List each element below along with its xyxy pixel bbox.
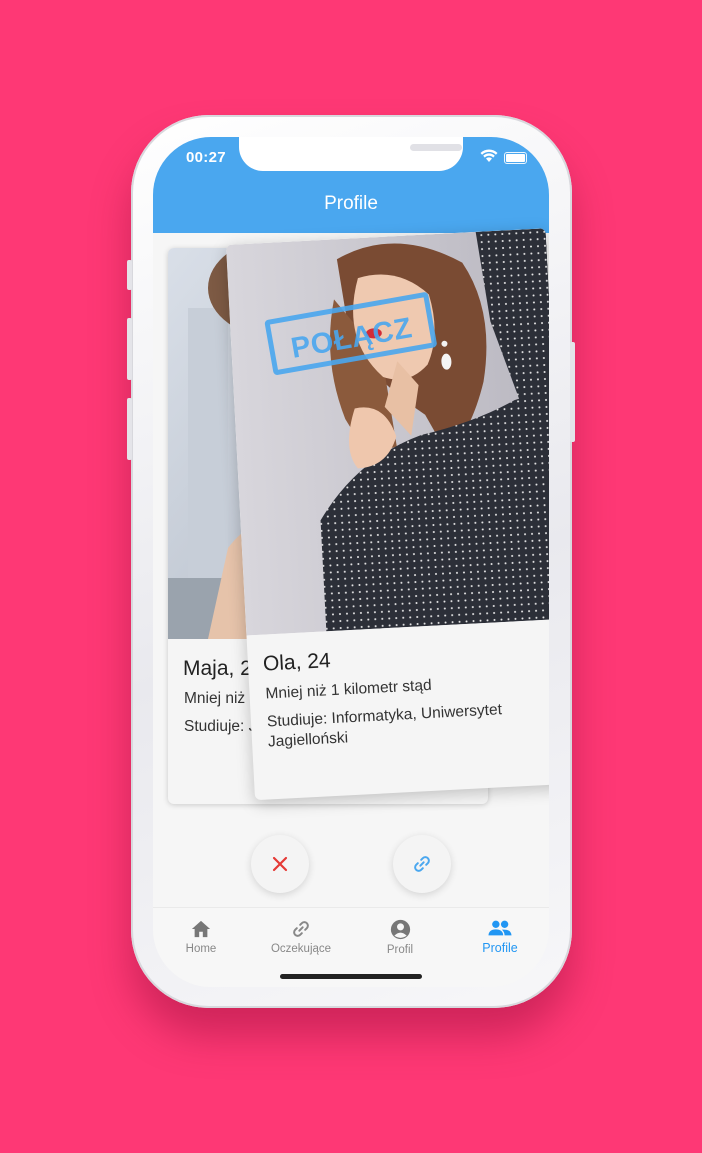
account-circle-icon [390, 919, 410, 940]
notch [239, 137, 463, 171]
power-button [570, 342, 575, 442]
nav-pending[interactable]: Oczekujące [256, 919, 346, 955]
page-title: Profile [324, 193, 378, 214]
profile-distance: Mniej niż 1 kilometr stąd [265, 676, 433, 703]
nav-label: Profile [482, 941, 518, 955]
link-icon [414, 856, 430, 872]
volume-down-button [127, 398, 132, 460]
status-time: 00:27 [186, 149, 226, 166]
home-indicator[interactable] [280, 974, 422, 979]
volume-up-button [127, 318, 132, 380]
nav-profil[interactable]: Profil [355, 919, 445, 956]
battery-icon [504, 152, 527, 164]
profile-photo: POŁĄCZ [226, 228, 549, 636]
reject-button[interactable] [251, 835, 309, 893]
profile-study: Studiuje: Informatyka, Uniwersytet Jagie… [266, 701, 503, 751]
nav-profile[interactable]: Profile [455, 919, 545, 955]
nav-label: Profil [386, 944, 414, 956]
people-icon [488, 920, 512, 936]
nav-home[interactable]: Home [156, 919, 246, 955]
connect-button[interactable] [393, 835, 451, 893]
profile-name: Ola, 24 [262, 649, 332, 676]
mute-switch [127, 260, 132, 290]
home-icon [191, 920, 211, 938]
link-icon [293, 921, 309, 937]
wifi-icon [480, 149, 498, 162]
profile-card-front[interactable]: POŁĄCZ Ola, 24 Mniej niż 1 kilometr stąd… [226, 228, 549, 801]
nav-label: Oczekujące [270, 943, 332, 955]
profile-distance: Mniej niż [184, 690, 246, 707]
speaker-grille [410, 144, 462, 151]
close-icon [272, 856, 288, 872]
nav-label: Home [185, 943, 217, 955]
profile-name: Maja, 2 [183, 657, 252, 680]
phone-screen: 00:27 Profile Maja, 2 Mniej niż Studiuje… [153, 137, 549, 987]
